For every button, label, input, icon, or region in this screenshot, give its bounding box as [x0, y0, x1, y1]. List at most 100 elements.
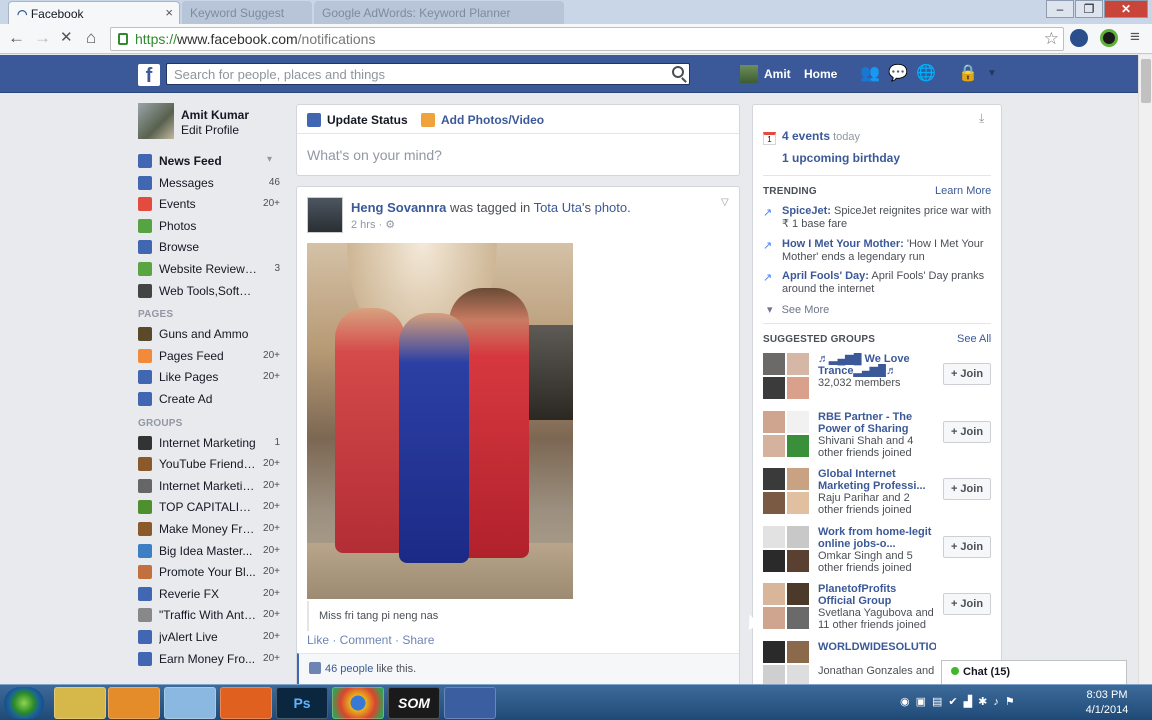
- extension-icon[interactable]: [1070, 29, 1088, 47]
- extension-icon[interactable]: [1100, 29, 1118, 47]
- sidebar-page-item[interactable]: Guns and Ammo: [138, 326, 280, 344]
- story-actions[interactable]: Like · Comment · Share: [307, 633, 434, 647]
- join-group-button[interactable]: + Join: [943, 363, 991, 385]
- profile-link[interactable]: Amit: [764, 67, 791, 81]
- trending-topic[interactable]: SpiceJet:: [782, 205, 831, 217]
- messages-icon[interactable]: 💬: [888, 65, 908, 83]
- friend-requests-icon[interactable]: 👥: [860, 65, 880, 83]
- recorder-taskbar-icon[interactable]: [444, 687, 496, 719]
- sidebar-group-item[interactable]: Internet Marketing 1: [138, 435, 280, 453]
- join-group-button[interactable]: + Join: [943, 420, 991, 443]
- group-name-link[interactable]: WORLDWIDESOLUTIONM: [818, 641, 936, 653]
- sidebar-item[interactable]: Events 20+: [138, 196, 280, 214]
- system-clock[interactable]: 8:03 PM 4/1/2014: [1072, 688, 1142, 718]
- address-bar[interactable]: https://www.facebook.com/notifications ☆: [110, 27, 1064, 51]
- sidebar-item[interactable]: Website Reviews,S... 3: [138, 261, 280, 279]
- media-player-taskbar-icon[interactable]: [108, 687, 160, 719]
- add-photos-tab[interactable]: Add Photos/Video: [421, 113, 544, 127]
- group-member-photos[interactable]: [763, 640, 809, 687]
- pages-section-header[interactable]: PAGES: [138, 309, 173, 320]
- chevron-down-icon[interactable]: ▾: [267, 154, 272, 165]
- sidebar-group-item[interactable]: Reverie FX 20+: [138, 586, 280, 604]
- likes-count-link[interactable]: 46 people: [325, 663, 373, 675]
- sidebar-group-item[interactable]: Big Idea Master... 20+: [138, 543, 280, 561]
- tray-icon[interactable]: ◉: [900, 696, 916, 708]
- group-member-photos[interactable]: [763, 468, 809, 514]
- group-name-link[interactable]: PlanetofProfits Official Group: [818, 583, 936, 607]
- group-member-photos[interactable]: [763, 353, 809, 399]
- page-scrollbar[interactable]: [1138, 55, 1152, 684]
- chrome-taskbar-icon[interactable]: [332, 687, 384, 719]
- sidebar-group-item[interactable]: TOP CAPITALIST... 20+: [138, 499, 280, 517]
- join-group-button[interactable]: + Join: [943, 478, 991, 500]
- maximize-button[interactable]: ❐: [1075, 0, 1103, 18]
- firefox-taskbar-icon[interactable]: [220, 687, 272, 719]
- author-link[interactable]: Heng Sovannra: [351, 200, 446, 215]
- tab-keyword-suggest[interactable]: Keyword Suggest: [182, 1, 312, 24]
- volume-icon[interactable]: ♪: [993, 696, 1005, 708]
- group-name-link[interactable]: Work from home-legit online jobs-o...: [818, 526, 936, 550]
- flag-icon[interactable]: ⚑: [1005, 696, 1021, 708]
- sidebar-item[interactable]: Web Tools,Software ...: [138, 283, 280, 301]
- forward-arrow-icon[interactable]: →: [34, 29, 51, 47]
- close-tab-icon[interactable]: ×: [165, 5, 173, 20]
- story-photo[interactable]: [307, 243, 573, 599]
- search-input[interactable]: Search for people, places and things: [166, 63, 690, 85]
- sidebar-group-item[interactable]: Promote Your Bl... 20+: [138, 564, 280, 582]
- sidebar-group-item[interactable]: jvAlert Live 20+: [138, 629, 280, 647]
- trending-item[interactable]: ↗ How I Met Your Mother: 'How I Met Your …: [763, 238, 993, 264]
- sidebar-group-item[interactable]: YouTube Friends... 20+: [138, 456, 280, 474]
- see-all-link[interactable]: See All: [957, 333, 991, 345]
- bluetooth-icon[interactable]: ✱: [978, 696, 993, 708]
- chevron-down-icon[interactable]: ▼: [982, 65, 1002, 83]
- birthday-link[interactable]: 1 upcoming birthday: [782, 151, 900, 165]
- sidebar-group-item[interactable]: "Traffic With Anth... 20+: [138, 607, 280, 625]
- network-icon[interactable]: ▟: [964, 696, 978, 708]
- bookmark-star-icon[interactable]: ☆: [1044, 29, 1059, 49]
- chat-sidebar-tab[interactable]: Chat (15): [941, 660, 1127, 685]
- som-taskbar-icon[interactable]: SOM: [388, 687, 440, 719]
- trending-topic[interactable]: April Fools' Day:: [782, 270, 869, 282]
- tray-icon[interactable]: ▣: [916, 696, 932, 708]
- learn-more-link[interactable]: Learn More: [935, 185, 991, 197]
- tab-facebook[interactable]: ◠ Facebook ×: [8, 1, 180, 24]
- privacy-icon[interactable]: 🔒: [958, 65, 978, 83]
- tab-keyword-planner[interactable]: Google AdWords: Keyword Planner: [314, 1, 564, 24]
- back-arrow-icon[interactable]: ←: [8, 29, 25, 47]
- download-icon[interactable]: ⤓: [979, 111, 984, 126]
- update-status-tab[interactable]: Update Status: [307, 113, 408, 127]
- home-link[interactable]: Home: [804, 67, 837, 81]
- group-member-photos[interactable]: [763, 525, 809, 572]
- edit-profile-link[interactable]: Edit Profile: [181, 123, 239, 137]
- sidebar-item[interactable]: News Feed ▾: [138, 153, 280, 171]
- sidebar-item[interactable]: Messages 46: [138, 175, 280, 193]
- explorer-taskbar-icon[interactable]: [54, 687, 106, 719]
- chevron-down-icon[interactable]: ▽: [721, 197, 729, 208]
- story-timestamp[interactable]: 2 hrs · ⚙: [351, 218, 395, 231]
- sidebar-group-item[interactable]: Earn Money Fro... 20+: [138, 651, 280, 669]
- author-avatar[interactable]: [307, 197, 343, 233]
- groups-section-header[interactable]: GROUPS: [138, 418, 183, 429]
- window-taskbar-icon[interactable]: [164, 687, 216, 719]
- tray-icon[interactable]: ✔: [948, 696, 963, 708]
- avatar[interactable]: [740, 65, 758, 83]
- sidebar-page-item[interactable]: Create Ad: [138, 391, 280, 409]
- trending-topic[interactable]: How I Met Your Mother:: [782, 238, 904, 250]
- see-more-link[interactable]: ▾ See More: [767, 303, 829, 316]
- facebook-logo[interactable]: f: [138, 64, 160, 87]
- minimize-button[interactable]: –: [1046, 0, 1074, 18]
- trending-item[interactable]: ↗ April Fools' Day: April Fools' Day pran…: [763, 270, 993, 296]
- profile-name-link[interactable]: Amit Kumar: [181, 108, 249, 122]
- group-name-link[interactable]: Global Internet Marketing Professi...: [818, 468, 936, 492]
- photo-link[interactable]: photo: [595, 200, 628, 215]
- group-member-photos[interactable]: [763, 410, 809, 457]
- menu-icon[interactable]: ≡: [1130, 28, 1140, 46]
- group-member-photos[interactable]: [763, 583, 809, 629]
- sidebar-group-item[interactable]: Make Money Fro... 20+: [138, 521, 280, 539]
- sidebar-item[interactable]: Photos: [138, 218, 280, 236]
- trending-item[interactable]: ↗ SpiceJet: SpiceJet reignites price war …: [763, 205, 993, 231]
- search-icon[interactable]: [672, 66, 684, 78]
- tray-icon[interactable]: ▤: [932, 696, 948, 708]
- home-icon[interactable]: ⌂: [86, 29, 96, 47]
- join-group-button[interactable]: + Join: [943, 535, 991, 558]
